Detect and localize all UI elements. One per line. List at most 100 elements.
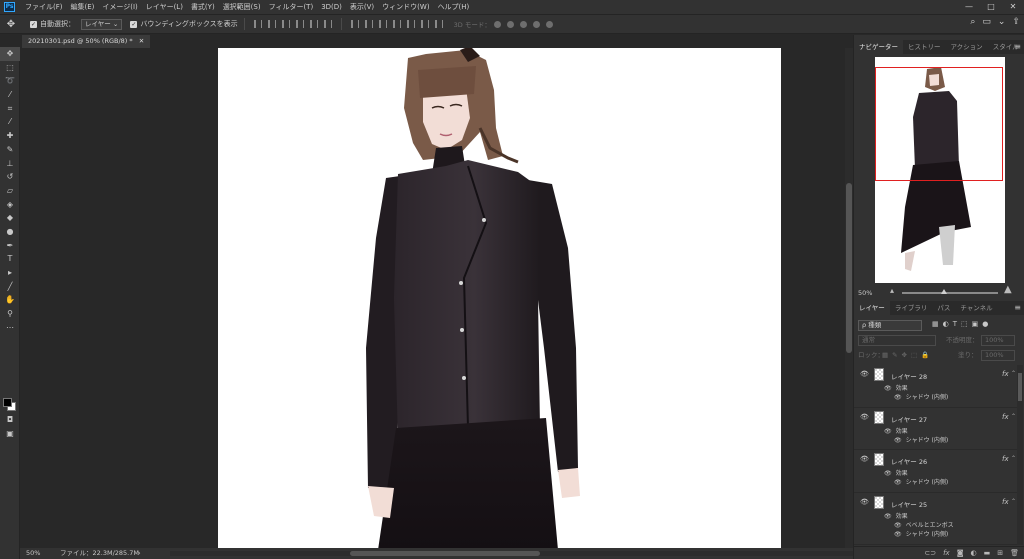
opacity-input[interactable]: 100% [981, 335, 1015, 346]
filter-toggle-icon[interactable]: ● [982, 320, 988, 328]
panel-menu-icon[interactable]: ≡ [1014, 301, 1021, 315]
scrollbar-thumb[interactable] [1018, 373, 1022, 401]
tab-layers[interactable]: レイヤー [854, 301, 890, 315]
status-arrow-icon[interactable]: › [138, 548, 141, 559]
menu-3d[interactable]: 3D(D) [317, 3, 346, 11]
zoom-tool-icon[interactable]: ⚲ [0, 307, 20, 321]
vertical-scrollbar[interactable] [845, 48, 853, 548]
eye-icon[interactable]: 👁 [884, 470, 892, 477]
crop-tool-icon[interactable]: ⌗ [0, 102, 20, 116]
share-icon[interactable]: ⇪ [1012, 17, 1020, 27]
fx-icon[interactable]: fx [1002, 370, 1009, 378]
artboard[interactable] [218, 48, 781, 548]
eye-icon[interactable]: 👁 [894, 479, 902, 486]
align-right-icon[interactable] [281, 20, 290, 28]
tab-history[interactable]: ヒストリー [903, 40, 946, 54]
fx-icon[interactable]: fx [1002, 498, 1009, 506]
fx-icon[interactable]: fx [1002, 455, 1009, 463]
layer-item[interactable]: 👁 レイヤー 26 fx ⌃ 👁 効果 👁 シャドウ (内側) [854, 450, 1017, 493]
slide-3d-icon[interactable] [532, 20, 540, 28]
marquee-tool-icon[interactable]: ⬚ [0, 61, 20, 75]
chevron-up-icon[interactable]: ⌃ [1011, 413, 1016, 420]
menu-window[interactable]: ウィンドウ(W) [378, 2, 433, 12]
pen-tool-icon[interactable]: ✒ [0, 239, 20, 253]
align-center-icon[interactable] [267, 20, 276, 28]
eye-icon[interactable]: 👁 [860, 455, 869, 463]
adjustment-icon[interactable]: ◐ [971, 549, 977, 557]
photoshop-logo-icon[interactable]: Ps [4, 2, 15, 12]
blur-tool-icon[interactable]: ◆ [0, 211, 20, 225]
chevron-up-icon[interactable]: ⌃ [1011, 370, 1016, 377]
move-tool-preset-icon[interactable]: ✥ [0, 19, 22, 30]
eye-icon[interactable]: 👁 [860, 498, 869, 506]
eye-icon[interactable]: 👁 [860, 413, 869, 421]
eye-icon[interactable]: 👁 [884, 428, 892, 435]
roll-3d-icon[interactable] [506, 20, 514, 28]
tab-navigator[interactable]: ナビゲーター [854, 40, 903, 54]
horizontal-scrollbar[interactable] [170, 551, 853, 556]
close-window-button[interactable]: ✕ [1002, 0, 1024, 14]
layer-name[interactable]: レイヤー 26 [891, 456, 927, 466]
tab-actions[interactable]: アクション [946, 40, 988, 54]
distribute-top-icon[interactable] [350, 20, 359, 28]
chevron-down-icon[interactable]: ⌄ [998, 17, 1006, 27]
link-icon[interactable]: ⊂⊃ [924, 549, 936, 557]
menu-view[interactable]: 表示(V) [346, 2, 378, 12]
lasso-tool-icon[interactable]: ➰ [0, 74, 20, 88]
eye-icon[interactable]: 👁 [860, 370, 869, 378]
screen-mode-icon[interactable]: ▣ [0, 427, 20, 441]
type-filter-icon[interactable]: T [953, 320, 957, 328]
magic-wand-tool-icon[interactable]: ⁄ [0, 88, 20, 102]
canvas-area[interactable] [22, 48, 845, 548]
eye-icon[interactable]: 👁 [894, 437, 902, 444]
lock-icons[interactable]: ▦✎✥⬚🔒 [882, 350, 933, 361]
eraser-tool-icon[interactable]: ▱ [0, 184, 20, 198]
auto-align-icon[interactable] [434, 20, 443, 28]
close-tab-icon[interactable]: ✕ [139, 37, 144, 45]
navigator-preview[interactable] [875, 57, 1005, 283]
menu-select[interactable]: 選択範囲(S) [219, 2, 265, 12]
foreground-color-swatch[interactable] [3, 398, 12, 407]
brush-tool-icon[interactable]: ✎ [0, 143, 20, 157]
scrollbar-thumb[interactable] [846, 183, 852, 353]
maximize-button[interactable]: □ [980, 0, 1002, 14]
history-brush-tool-icon[interactable]: ↺ [0, 170, 20, 184]
align-left-icon[interactable] [253, 20, 262, 28]
layer-name[interactable]: レイヤー 27 [891, 414, 927, 424]
document-tab[interactable]: 20210301.psd @ 50% (RGB/8) * ✕ [22, 35, 151, 48]
trash-icon[interactable]: 🗑 [1010, 549, 1019, 557]
shape-filter-icon[interactable]: ⬚ [961, 320, 968, 328]
distribute-right-icon[interactable] [420, 20, 429, 28]
healing-tool-icon[interactable]: ✚ [0, 129, 20, 143]
layer-kind-filter[interactable]: ρ 種類 [858, 320, 922, 331]
fx-icon[interactable]: fx [943, 549, 950, 557]
status-zoom[interactable]: 50% [26, 548, 40, 559]
gradient-tool-icon[interactable]: ◈ [0, 198, 20, 212]
quick-mask-icon[interactable]: ◘ [0, 413, 20, 427]
menu-type[interactable]: 書式(Y) [187, 2, 219, 12]
hand-tool-icon[interactable]: ✋ [0, 293, 20, 307]
slider-knob[interactable] [941, 289, 947, 294]
eye-icon[interactable]: 👁 [894, 394, 902, 401]
fx-icon[interactable]: fx [1002, 413, 1009, 421]
layer-item[interactable]: 👁 レイヤー 28 fx ⌃ 👁 効果 👁 シャドウ (内側) [854, 365, 1017, 408]
distribute-bottom-icon[interactable] [378, 20, 387, 28]
menu-layer[interactable]: レイヤー(L) [142, 2, 187, 12]
drag-3d-icon[interactable] [519, 20, 527, 28]
auto-select-checkbox[interactable]: ✓ 自動選択： [30, 19, 75, 29]
tab-paths[interactable]: パス [932, 301, 955, 315]
eye-icon[interactable]: 👁 [894, 522, 902, 529]
align-bottom-icon[interactable] [323, 20, 332, 28]
tab-libraries[interactable]: ライブラリ [890, 301, 933, 315]
navigator-zoom-slider[interactable] [902, 289, 998, 294]
effect-name[interactable]: ベベルとエンボス [906, 522, 954, 529]
type-tool-icon[interactable]: T [0, 252, 20, 266]
adjustment-filter-icon[interactable]: ◐ [943, 320, 949, 328]
fill-input[interactable]: 100% [981, 350, 1015, 361]
auto-select-target-dropdown[interactable]: レイヤー ⌄ [81, 18, 123, 30]
orbit-3d-icon[interactable] [493, 20, 501, 28]
navigator-view-rectangle[interactable] [875, 67, 1003, 181]
eyedropper-tool-icon[interactable]: ⁄ [0, 115, 20, 129]
align-top-icon[interactable] [295, 20, 304, 28]
distribute-center-icon[interactable] [406, 20, 415, 28]
